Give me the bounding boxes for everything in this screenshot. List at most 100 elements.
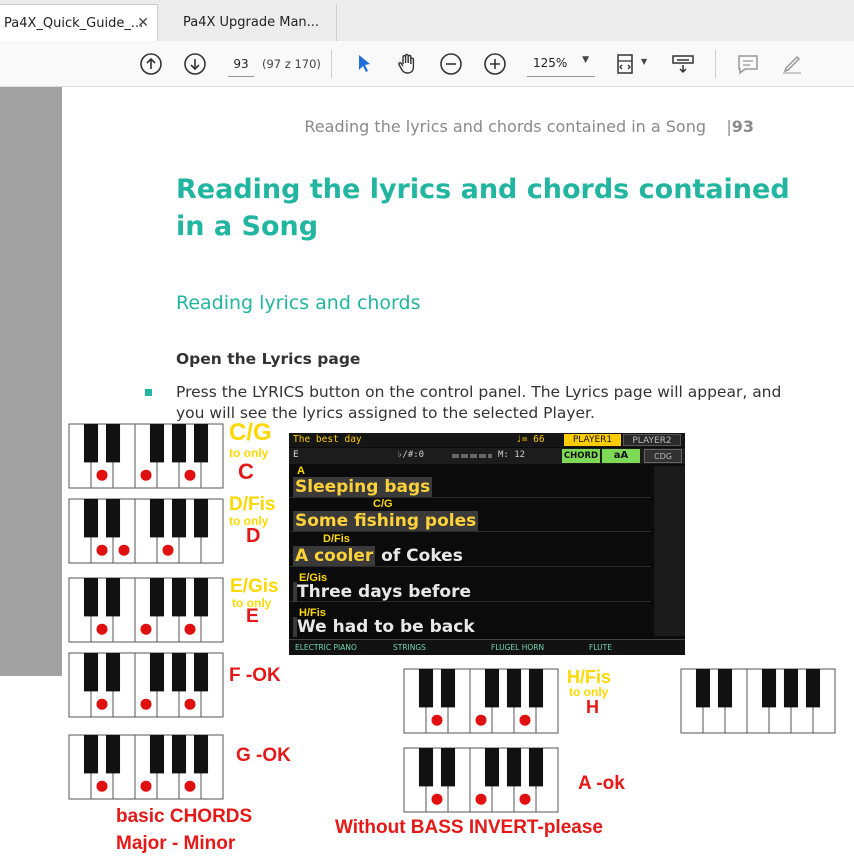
comment-icon[interactable] — [736, 52, 760, 76]
running-header: Reading the lyrics and chords contained … — [304, 117, 754, 136]
black-key — [783, 669, 799, 708]
target-chord-c: C — [238, 459, 254, 484]
section-title: Reading lyrics and chords — [176, 292, 421, 314]
tab-quick-guide[interactable]: Pa4X_Quick_Guide_... ✕ — [0, 4, 158, 41]
black-key — [418, 748, 434, 787]
basic-chords-label: basic CHORDS — [116, 806, 253, 827]
chord-symbol: A — [297, 465, 305, 477]
fit-page-icon[interactable] — [614, 52, 638, 76]
g-ok-label: G -OK — [236, 745, 291, 766]
black-key — [105, 499, 121, 538]
player1-tab[interactable]: PLAYER1 — [564, 434, 621, 446]
a-ok-label: A -ok — [578, 773, 625, 794]
document-side-margin — [0, 87, 62, 676]
black-key — [83, 735, 99, 774]
zoom-value: 125% — [533, 56, 568, 70]
chord-note-dot — [431, 714, 443, 726]
keyboard-diagram — [68, 652, 224, 718]
song-title: The best day — [293, 434, 362, 445]
keyboard-svg — [68, 498, 224, 564]
read-aloud-icon[interactable] — [671, 52, 695, 76]
lyrics-line: A Sleeping bags — [289, 464, 651, 498]
page-number-input[interactable] — [228, 51, 254, 77]
bullet-marker — [145, 389, 152, 396]
lyrics-scrollbar[interactable] — [654, 466, 685, 636]
black-key — [717, 669, 733, 708]
black-key — [171, 735, 187, 774]
chevron-down-icon: ▼ — [582, 55, 589, 65]
target-chord-h: H — [586, 697, 599, 717]
chord-note-dot — [184, 698, 196, 710]
chord-note-dot — [118, 544, 130, 556]
black-key — [506, 669, 522, 708]
chevron-down-icon[interactable]: ▼ — [641, 57, 647, 66]
chord-note-dot — [96, 544, 108, 556]
highlight-pen-icon[interactable] — [780, 52, 804, 76]
lyric-highlight: A cooler — [293, 546, 376, 566]
lyrics-line: D/Fis A cooler of Cokes — [289, 533, 651, 567]
keyboard-diagram — [68, 734, 224, 800]
keyboard-diagram — [403, 668, 559, 734]
black-key — [149, 499, 165, 538]
screen-title-bar: The best day ♩= 66 PLAYER1 PLAYER2 — [289, 433, 685, 447]
page-count: (97 z 170) — [262, 57, 321, 71]
close-icon[interactable]: ✕ — [137, 5, 149, 42]
black-key — [149, 653, 165, 692]
player2-tab[interactable]: PLAYER2 — [623, 434, 681, 446]
select-pointer-icon[interactable] — [352, 52, 376, 76]
para-text: Press the — [176, 383, 253, 401]
lyric-text: We had to be back — [293, 617, 475, 637]
step-title: Open the Lyrics page — [176, 350, 361, 368]
lyric-rest: We had to be back — [297, 617, 475, 637]
lyric-text: Three days before — [293, 582, 471, 602]
arrow-up-circle-icon[interactable] — [139, 52, 163, 76]
to-only-label: to only — [229, 446, 269, 460]
zoom-select[interactable]: 125% ▼ — [527, 51, 595, 77]
chord-note-dot — [96, 780, 108, 792]
toolbar-divider — [715, 50, 716, 78]
lyric-text: Sleeping bags — [293, 477, 433, 497]
keyboard-diagram — [403, 747, 559, 813]
lyric-text: A cooler of Cokes — [293, 546, 463, 566]
lyrics-line: E/Gis Three days before — [289, 568, 651, 602]
toolbar-divider — [331, 50, 332, 78]
keyboard-diagram — [680, 668, 836, 734]
chord-note-dot — [96, 698, 108, 710]
black-key — [149, 424, 165, 463]
black-key — [193, 578, 209, 617]
zoom-in-icon[interactable] — [483, 52, 507, 76]
cdg-button[interactable]: CDG — [644, 449, 682, 463]
black-key — [528, 748, 544, 787]
lyrics-button-name: LYRICS — [252, 383, 305, 401]
black-key — [171, 424, 187, 463]
keyboard-diagram — [68, 498, 224, 564]
lyric-text: Some fishing poles — [293, 511, 479, 531]
lyric-rest: Three days before — [297, 582, 471, 602]
instrument-label: STRINGS — [393, 643, 426, 652]
black-key — [171, 578, 187, 617]
tab-upgrade-manual[interactable]: Pa4X Upgrade Man... — [159, 4, 337, 41]
black-key — [440, 669, 456, 708]
black-key — [105, 578, 121, 617]
level-meter — [452, 454, 492, 458]
chord-symbol: D/Fis — [323, 533, 350, 545]
hand-icon[interactable] — [395, 52, 419, 76]
font-size-button[interactable]: aA — [602, 449, 640, 463]
lyrics-screen: The best day ♩= 66 PLAYER1 PLAYER2 E ♭/#… — [289, 433, 685, 655]
zoom-out-icon[interactable] — [439, 52, 463, 76]
keyboard-svg — [68, 652, 224, 718]
chord-note-dot — [519, 793, 531, 805]
black-key — [149, 578, 165, 617]
lyric-highlight: Sleeping bags — [293, 477, 433, 497]
arrow-down-circle-icon[interactable] — [183, 52, 207, 76]
chord-note-dot — [96, 623, 108, 635]
black-key — [761, 669, 777, 708]
chord-toggle-button[interactable]: CHORD — [562, 449, 600, 463]
chord-label-dfis: D/Fis — [229, 494, 276, 515]
major-minor-label: Major - Minor — [116, 833, 236, 854]
chord-note-dot — [140, 623, 152, 635]
instrument-label: FLUTE — [589, 643, 612, 652]
target-chord-d: D — [246, 525, 261, 547]
black-key — [105, 735, 121, 774]
chord-note-dot — [184, 469, 196, 481]
